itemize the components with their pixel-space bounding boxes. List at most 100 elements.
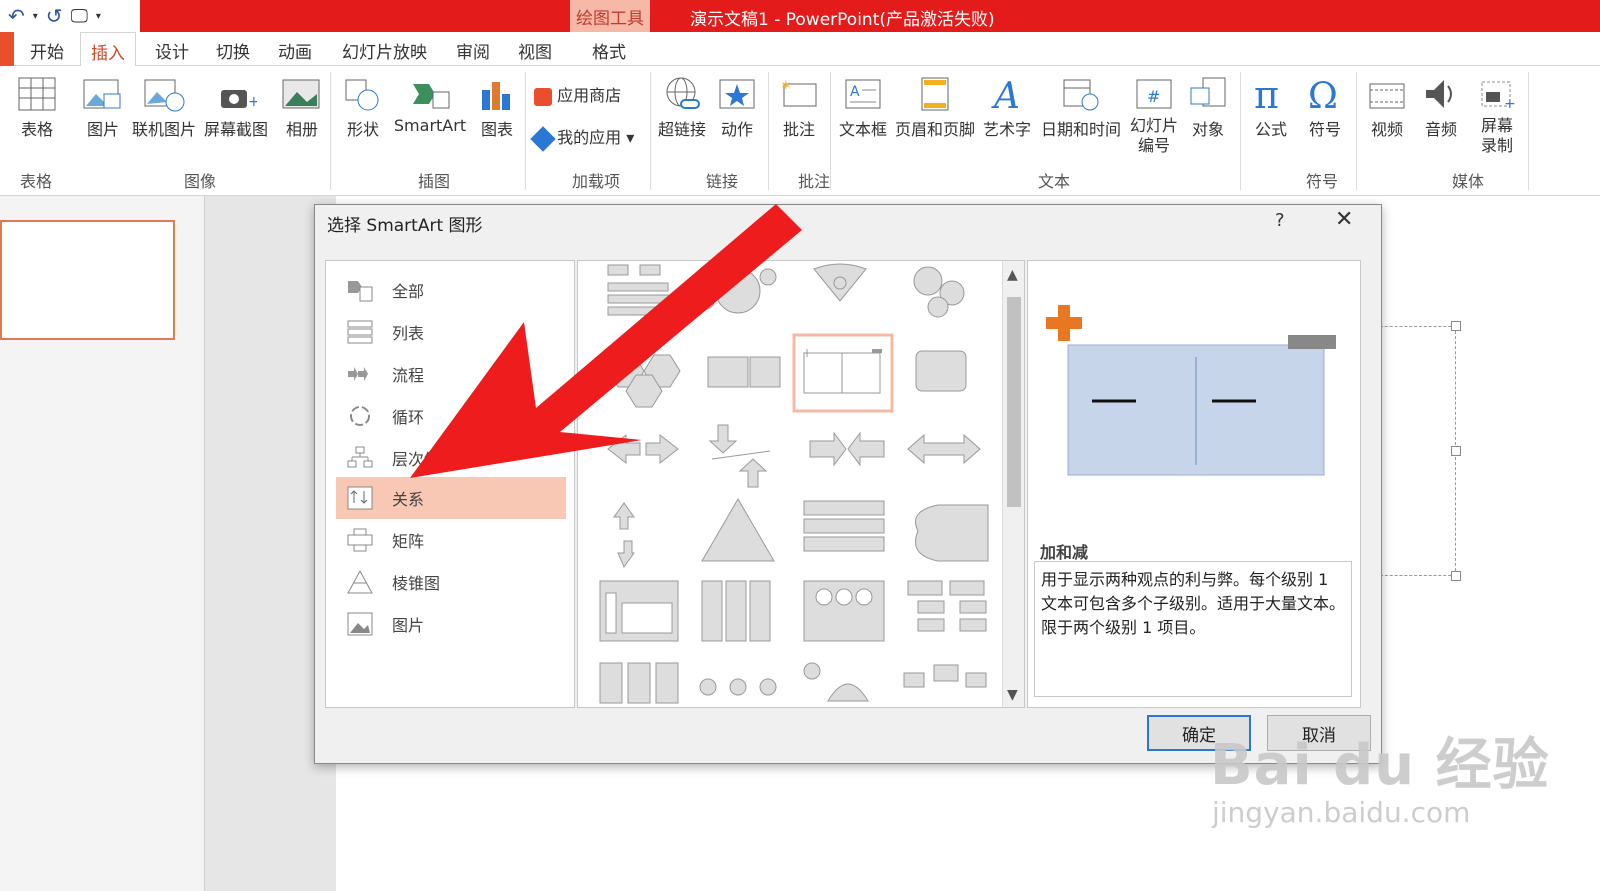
group-media: 媒体 [1452,172,1485,191]
tab-home[interactable]: 开始 [30,38,64,63]
online-picture-button[interactable]: 联机图片 [128,76,200,140]
equation-button[interactable]: π 公式 [1248,76,1294,140]
smartart-icon [413,84,450,109]
menu-bar: 开始 插入 设计 切换 动画 幻灯片放映 审阅 视图 格式 [0,32,1600,67]
cycle-icon [350,406,370,426]
slide-thumbnail[interactable] [0,220,175,340]
slide-number-button[interactable]: # 幻灯片 编号 [1126,76,1182,156]
chart-button[interactable]: 图表 [475,76,519,140]
resize-handle[interactable] [1451,321,1461,331]
list-icon [347,320,373,344]
table-icon [18,77,56,111]
resize-handle[interactable] [1451,571,1461,581]
header-footer-button[interactable]: 页眉和页脚 [890,76,980,140]
group-links: 链接 [706,172,739,191]
category-pyramid[interactable]: 棱锥图 [336,561,566,603]
group-addins: 加载项 [572,172,621,191]
svg-text:#: # [1147,87,1160,106]
tab-view[interactable]: 视图 [518,38,552,63]
shapes-button[interactable]: 形状 [340,76,386,140]
tab-transitions[interactable]: 切换 [216,38,250,63]
preview-title: 加和减 [1040,543,1089,562]
category-all[interactable]: 全部 [336,269,566,311]
tab-format[interactable]: 格式 [592,38,626,63]
svg-text:A: A [991,76,1020,112]
wordart-button[interactable]: A 艺术字 [980,76,1034,140]
calendar-clock-icon [1063,79,1099,111]
hyperlink-button[interactable]: 超链接 [655,76,709,140]
file-tab[interactable] [0,32,14,66]
album-button[interactable]: 相册 [280,76,324,140]
svg-text:✶: ✶ [780,78,792,94]
chart-icon [482,82,510,110]
screen-record-button[interactable]: + 屏幕 录制 [1472,76,1522,156]
table-button[interactable]: 表格 [14,76,60,140]
action-button[interactable]: 动作 [715,76,759,140]
textbox-button[interactable]: A 文本框 [836,76,890,140]
tab-insert[interactable]: 插入 [80,32,136,67]
category-process[interactable]: 流程 [336,353,566,395]
speaker-icon [1426,80,1452,108]
relationship-icon [347,486,373,510]
help-button[interactable]: ? [1275,210,1285,231]
screenshot-button[interactable]: + 屏幕截图 [200,76,272,140]
group-illustrations: 插图 [418,172,451,191]
ribbon: 表格 图片 联机图片 + 屏幕截图 相册 形状 SmartArt 图表 应用商店… [0,66,1600,196]
customize-qat-icon[interactable]: ▾ [96,11,101,22]
presentation-icon[interactable]: 🖵 [71,6,88,27]
object-icon [1190,77,1226,107]
online-picture-icon [144,79,185,112]
plus-minus-preview [1046,305,1336,476]
dropdown-icon[interactable]: ▾ [33,11,38,22]
scroll-down-icon[interactable]: ▼ [1007,687,1018,703]
comment-icon: ✶ [780,78,817,107]
camera-icon: + [221,90,257,110]
layout-thumbnails[interactable]: + [578,261,1004,708]
baidu-watermark-url: jingyan.baidu.com [1212,796,1471,829]
comment-button[interactable]: ✶ 批注 [775,76,823,140]
tab-design[interactable]: 设计 [155,38,189,63]
redo-icon[interactable]: ↺ [46,4,63,28]
omega-icon: Ω [1308,76,1338,112]
store-button[interactable]: 应用商店 [534,82,644,106]
tab-slideshow[interactable]: 幻灯片放映 [342,38,427,63]
resize-handle[interactable] [1451,446,1461,456]
group-comments: 批注 [798,172,831,191]
my-apps-icon [530,125,556,152]
audio-button[interactable]: 音频 [1418,76,1464,140]
scroll-thumb[interactable] [1007,297,1021,507]
picture-icon [83,79,121,109]
gallery-scrollbar[interactable]: ▲ ▼ [1002,261,1024,707]
undo-icon[interactable]: ↶ [8,4,25,28]
all-icon [348,281,373,302]
selected-placeholder[interactable] [1380,326,1456,576]
drawing-tools-tab[interactable]: 绘图工具 [570,0,650,32]
category-cycle[interactable]: 循环 [336,395,566,437]
tab-review[interactable]: 审阅 [456,38,490,63]
picture-button[interactable]: 图片 [78,76,128,140]
picture-icon [347,612,373,636]
svg-text:A: A [850,84,860,100]
category-list-item[interactable]: 列表 [336,311,566,353]
category-list: 全部 列表 流程 循环 层次结构 关系 矩阵 棱锥图 图片 [325,260,575,708]
category-matrix[interactable]: 矩阵 [336,519,566,561]
group-symbols: 符号 [1306,172,1339,191]
category-picture[interactable]: 图片 [336,603,566,645]
category-hierarchy[interactable]: 层次结构 [336,437,566,479]
video-button[interactable]: 视频 [1364,76,1410,140]
smartart-button[interactable]: SmartArt [390,76,470,135]
svg-text:π: π [1254,76,1279,112]
preview-pane: 加和减 用于显示两种观点的利与弊。每个级别 1 文本可包含多个子级别。适用于大量… [1027,260,1361,708]
baidu-watermark: Bai du 经验 [1210,733,1550,798]
group-text: 文本 [1038,172,1071,191]
scroll-up-icon[interactable]: ▲ [1007,267,1018,283]
my-apps-button[interactable]: 我的应用 ▾ [530,124,644,152]
hierarchy-icon [347,446,373,468]
datetime-button[interactable]: 日期和时间 [1036,76,1126,140]
close-icon[interactable]: ✕ [1335,207,1353,232]
globe-link-icon [666,77,700,109]
object-button[interactable]: 对象 [1184,76,1232,140]
category-relationship[interactable]: 关系 [336,477,566,519]
symbol-button[interactable]: Ω 符号 [1302,76,1348,140]
tab-animations[interactable]: 动画 [278,38,312,63]
